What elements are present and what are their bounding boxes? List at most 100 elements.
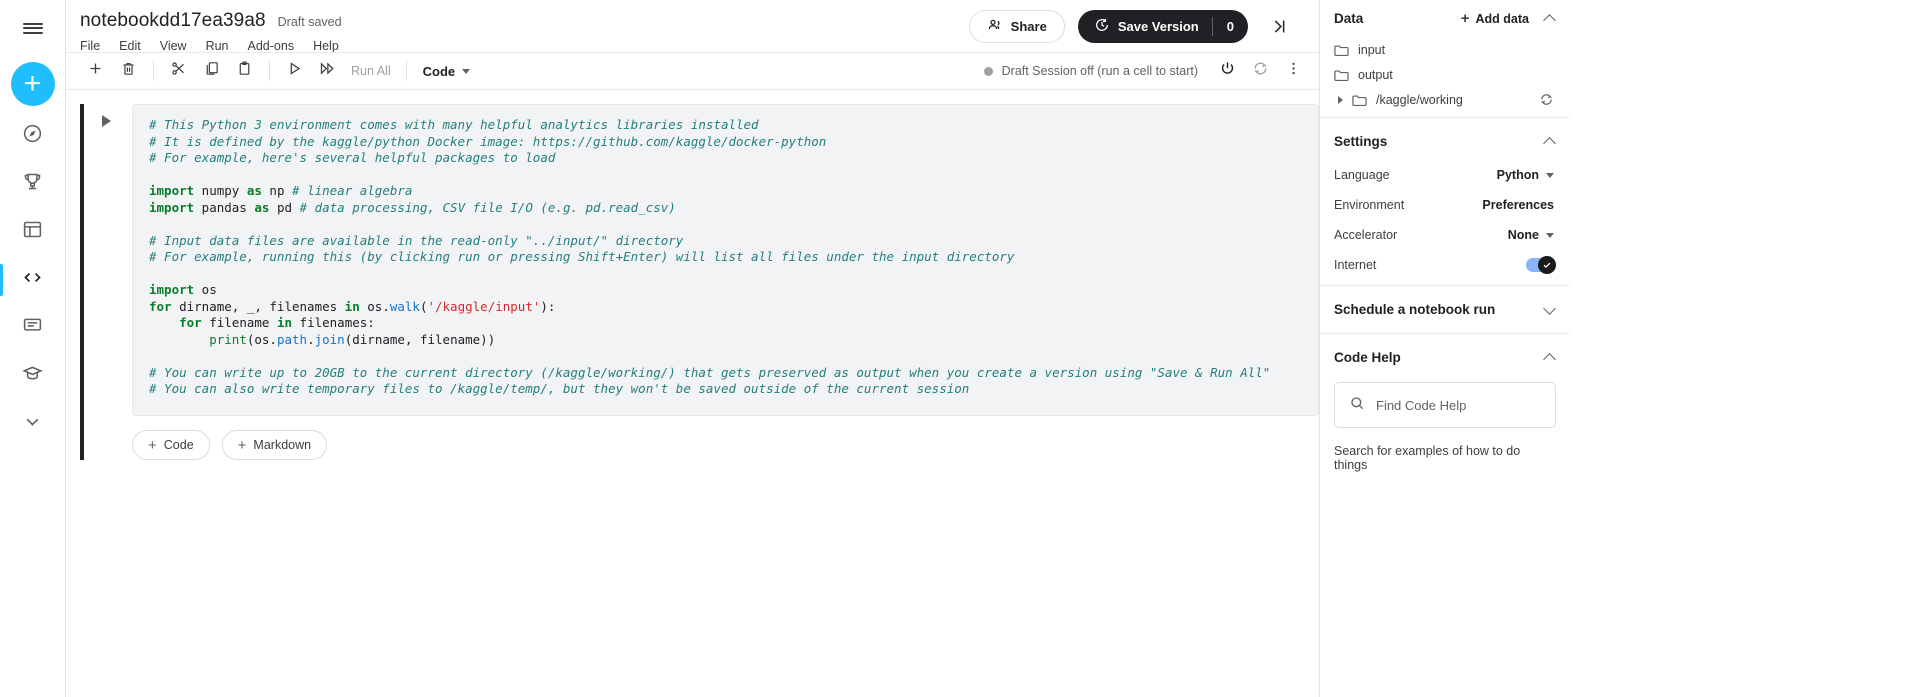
page-title: notebookdd17ea39a8 [80,10,266,31]
collapse-panel-icon[interactable] [1261,9,1295,43]
cell-type-label: Code [422,63,456,79]
refresh-output-icon[interactable] [1539,92,1554,107]
notebook-header: notebookdd17ea39a8 Draft saved File Edit… [66,0,1319,53]
status-dot-icon [983,66,993,76]
code-help-search[interactable] [1334,382,1556,428]
setting-internet: Internet [1320,250,1570,280]
share-button[interactable]: Share [968,9,1065,43]
sidebar-item-learn[interactable] [11,358,55,394]
clock-arrow-icon [1094,17,1110,36]
code-content[interactable]: # This Python 3 environment comes with m… [149,117,1302,398]
setting-accelerator: Accelerator None [1320,220,1570,250]
kebab-menu-icon [1285,60,1302,82]
language-value: Python [1496,168,1539,182]
chevron-down-icon [22,411,43,437]
environment-preferences-link[interactable]: Preferences [1482,198,1554,212]
divider [1320,285,1570,286]
clipboard-icon [236,60,253,82]
comment-icon [22,315,43,341]
sidebar-item-code[interactable] [0,262,55,298]
run-all-button[interactable] [312,57,343,85]
data-item-kaggle-working[interactable]: /kaggle/working [1320,87,1570,112]
internet-toggle[interactable] [1526,256,1556,274]
chevron-down-icon [1546,172,1554,178]
plus-icon: + [1460,10,1470,27]
expand-triangle-icon[interactable] [1338,95,1343,104]
search-input[interactable] [1376,397,1552,413]
data-item-output[interactable]: output [1320,62,1570,87]
chevron-down-icon [462,68,471,74]
session-status-label: Draft Session off (run a cell to start) [1001,64,1198,78]
code-help-section-header[interactable]: Code Help [1320,339,1570,376]
cell-type-dropdown[interactable]: Code [416,61,478,82]
create-new-button[interactable]: + [10,62,55,106]
compass-icon [22,123,43,149]
save-version-main[interactable]: Save Version [1078,17,1212,36]
plus-icon: + [237,436,247,454]
chevron-up-icon[interactable] [1543,353,1556,366]
add-cell-row: + Code + Markdown [132,430,1319,460]
data-item-label: input [1358,42,1386,57]
setting-label: Accelerator [1334,228,1398,242]
refresh-icon [1252,60,1269,82]
version-count-badge: 0 [1211,16,1248,36]
sidebar-item-home[interactable] [11,118,55,154]
plus-icon [87,60,104,82]
sidebar-item-discussions[interactable] [11,310,55,346]
restart-button[interactable] [1245,57,1276,85]
run-cell-icon[interactable] [101,115,111,127]
add-markdown-cell-button[interactable]: + Markdown [221,430,328,460]
chevron-up-icon[interactable] [1543,137,1556,150]
trophy-icon [22,171,43,197]
session-status: Draft Session off (run a cell to start) [983,64,1198,78]
chevron-down-icon [1546,232,1554,238]
data-item-label: output [1358,67,1393,82]
data-item-label: /kaggle/working [1376,92,1463,107]
sidebar-item-competitions[interactable] [11,166,55,202]
add-cell-button[interactable] [80,57,111,85]
chevron-up-icon[interactable] [1543,14,1556,27]
run-cell-button[interactable] [279,57,310,85]
more-options-button[interactable] [1278,57,1309,85]
data-section-title: Data [1334,11,1364,26]
chevron-down-icon[interactable] [1543,301,1556,315]
setting-label: Language [1334,168,1390,182]
add-code-cell-button[interactable]: + Code [132,430,210,460]
sidebar-item-datasets[interactable] [11,214,55,250]
share-label: Share [1010,18,1047,34]
left-nav-rail: + [0,0,66,697]
copy-button[interactable] [196,57,227,85]
schedule-section-header[interactable]: Schedule a notebook run [1320,291,1570,328]
trash-icon [120,60,137,82]
cell-gutter [80,104,132,460]
fast-forward-icon [319,60,336,82]
settings-section-header[interactable]: Settings [1320,123,1570,160]
accelerator-dropdown[interactable]: None [1508,228,1554,242]
add-data-button[interactable]: + Add data [1461,10,1529,27]
add-code-label: Code [163,438,194,452]
save-version-button[interactable]: Save Version 0 [1077,9,1248,43]
setting-language: Language Python [1320,160,1570,190]
run-all-label[interactable]: Run All [345,64,397,78]
data-section-header[interactable]: Data + Add data [1320,0,1570,37]
toolbar-divider [269,61,270,81]
accelerator-value: None [1507,228,1539,242]
sidebar-item-more[interactable] [11,406,55,442]
paste-button[interactable] [229,57,260,85]
draft-status-label: Draft saved [277,15,342,29]
play-icon [286,60,303,82]
data-item-input[interactable]: input [1320,37,1570,62]
language-dropdown[interactable]: Python [1497,168,1554,182]
add-data-label: Add data [1475,11,1529,26]
hamburger-menu-icon[interactable] [9,8,57,48]
folder-icon [1352,94,1367,106]
cell-body: # This Python 3 environment comes with m… [132,104,1319,460]
plus-icon: + [148,436,157,454]
notebook-main-column: notebookdd17ea39a8 Draft saved File Edit… [66,0,1319,697]
delete-cell-button[interactable] [113,57,144,85]
folder-icon [1334,69,1349,81]
cut-button[interactable] [163,57,194,85]
power-button[interactable] [1212,57,1243,85]
code-help-hint: Search for examples of how to do things [1334,444,1521,472]
code-editor[interactable]: # This Python 3 environment comes with m… [132,104,1319,416]
